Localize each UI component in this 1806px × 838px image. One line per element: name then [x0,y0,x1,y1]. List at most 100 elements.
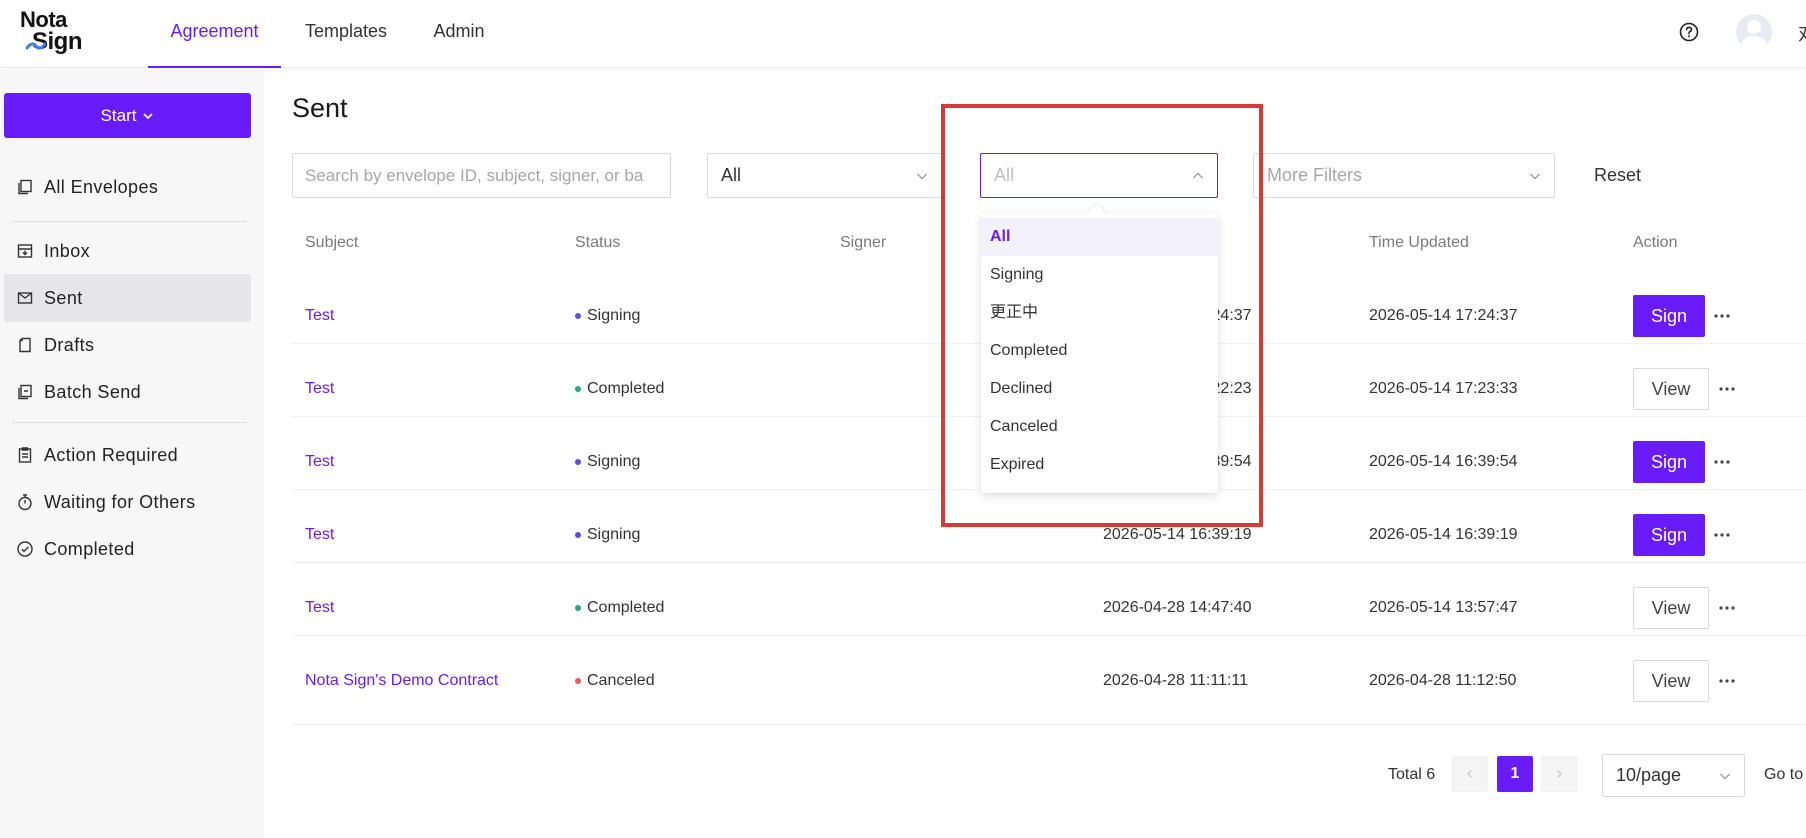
sidebar-item-completed[interactable]: Completed [4,525,251,573]
sidebar-item-label: Sent [44,287,83,308]
sidebar-item-drafts[interactable]: Drafts [4,321,251,369]
page-1-button[interactable]: 1 [1497,756,1533,792]
sidebar-item-waiting-for-others[interactable]: Waiting for Others [4,478,251,526]
sidebar-divider [12,221,247,222]
row-subject-link[interactable]: Test [305,453,334,471]
search-input[interactable] [292,153,671,198]
reset-button[interactable]: Reset [1578,153,1657,198]
sign-button[interactable]: Sign [1633,514,1705,556]
tab-agreement[interactable]: Agreement [148,0,281,68]
row-time-updated: 2026-05-14 16:39:19 [1369,526,1518,543]
envelopes-icon [18,179,32,195]
status-filter-select[interactable]: All [980,153,1218,198]
row-time-created: 2026-04-28 11:11:11 [1103,672,1249,689]
tab-templates[interactable]: Templates [283,0,409,68]
row-subject-link[interactable]: Test [305,526,334,544]
row-subject-link[interactable]: Test [305,599,334,617]
page-size-select[interactable]: 10/page [1602,754,1745,797]
sidebar-item-action-required[interactable]: Action Required [4,431,251,479]
column-header-subject[interactable]: Subject [305,234,358,252]
drafts-icon [19,337,31,353]
status-text: Signing [587,526,641,543]
row-subject-link[interactable]: Test [305,307,334,325]
logo-text-line1: Nota [20,7,67,32]
row-time-updated: 2026-05-14 16:39:54 [1369,453,1518,470]
more-filters-select[interactable]: More Filters [1253,153,1555,198]
chevron-down-icon [1720,773,1730,780]
row-time-updated: 2026-05-14 13:57:47 [1369,599,1518,616]
column-header-signer[interactable]: Signer [840,234,886,252]
sidebar-divider [12,422,247,423]
more-actions-icon[interactable] [1718,605,1736,611]
batch-send-icon [18,384,32,400]
sidebar: Start All Envelopes Inbox Sent Drafts Ba… [0,70,264,838]
chevron-up-icon [1193,172,1203,179]
view-button[interactable]: View [1633,368,1709,410]
sign-button[interactable]: Sign [1633,295,1705,337]
column-header-action: Action [1633,234,1678,251]
column-header-time-updated[interactable]: Time Updated [1369,234,1469,252]
pagination-total: Total 6 [1388,766,1436,783]
column-header-status[interactable]: Status [575,234,620,252]
view-button[interactable]: View [1633,660,1709,702]
row-time-updated: 2026-05-14 17:24:37 [1369,307,1518,324]
status-badge: Completed [575,599,664,617]
dropdown-option-all[interactable]: All [981,218,1218,256]
more-actions-icon[interactable] [1718,678,1736,684]
top-bar: Nota Sign Agreement Templates Admin 对 [0,0,1806,68]
status-badge: Canceled [575,672,655,690]
type-filter-value: All [721,165,742,185]
logo-wave-icon [26,42,46,50]
sent-icon [17,292,33,304]
sidebar-item-sent[interactable]: Sent [4,274,251,322]
row-subject-link[interactable]: Nota Sign's Demo Contract [305,672,498,690]
status-dot-icon [575,386,581,392]
dropdown-option-declined[interactable]: Declined [981,370,1218,408]
sidebar-item-label: Waiting for Others [44,491,196,512]
dropdown-option-canceled[interactable]: Canceled [981,408,1218,446]
prev-page-button[interactable] [1452,756,1488,792]
start-button-label: Start [100,105,137,125]
more-actions-icon[interactable] [1718,386,1736,392]
status-badge: Signing [575,453,640,471]
status-dot-icon [575,532,581,538]
check-circle-icon [17,541,33,557]
row-subject-link[interactable]: Test [305,380,334,398]
sidebar-item-batch-send[interactable]: Batch Send [4,368,251,416]
more-actions-icon[interactable] [1713,532,1731,538]
sidebar-item-all-envelopes[interactable]: All Envelopes [4,163,251,211]
start-button[interactable]: Start [4,93,251,138]
status-dot-icon [575,605,581,611]
chevron-left-icon [1467,770,1472,778]
type-filter-select[interactable]: All [707,153,942,198]
more-filters-placeholder: More Filters [1267,165,1363,185]
page-size-value: 10/page [1616,765,1682,785]
dropdown-option-correcting[interactable]: 更正中 [981,294,1218,332]
row-time-created: 2026-04-28 14:47:40 [1103,599,1252,616]
table-divider [292,724,1806,725]
tab-admin[interactable]: Admin [410,0,508,68]
status-dot-icon [575,678,581,684]
dropdown-option-completed[interactable]: Completed [981,332,1218,370]
status-dot-icon [575,313,581,319]
chevron-down-icon [143,112,154,119]
status-text: Completed [587,380,665,397]
row-divider [292,562,1806,563]
next-page-button[interactable] [1541,756,1577,792]
tab-label: Admin [433,21,485,41]
sign-button[interactable]: Sign [1633,441,1705,483]
more-actions-icon[interactable] [1713,459,1731,465]
avatar[interactable] [1736,14,1772,50]
tab-label: Templates [305,21,388,41]
dropdown-option-expired[interactable]: Expired [981,446,1218,484]
sidebar-item-inbox[interactable]: Inbox [4,227,251,275]
status-text: Completed [587,599,665,616]
help-icon[interactable] [1679,22,1699,42]
sidebar-item-label: All Envelopes [44,176,159,197]
chevron-down-icon [1530,173,1540,180]
user-name[interactable]: 对 [1798,20,1806,46]
nota-sign-logo[interactable]: Nota Sign [20,7,100,54]
dropdown-option-signing[interactable]: Signing [981,256,1218,294]
more-actions-icon[interactable] [1713,313,1731,319]
view-button[interactable]: View [1633,587,1709,629]
